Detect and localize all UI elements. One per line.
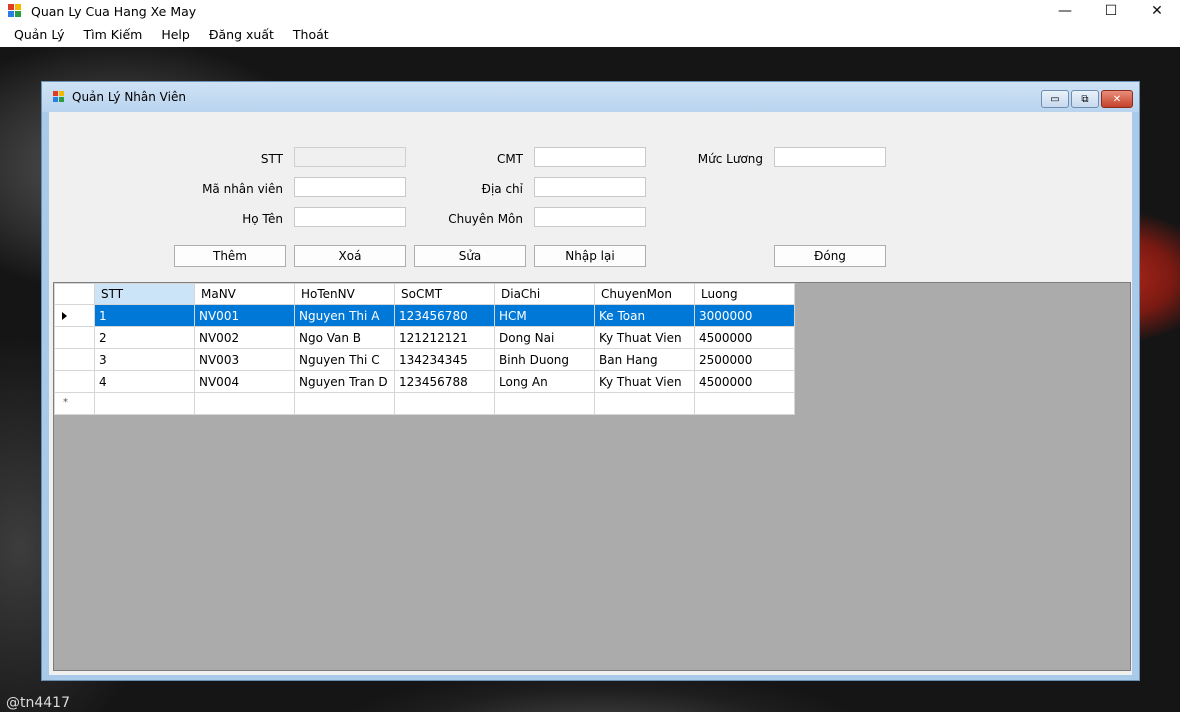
table-cell[interactable]: NV003	[194, 348, 295, 371]
sua-button[interactable]: Sửa	[414, 245, 526, 267]
xoa-button[interactable]: Xoá	[294, 245, 406, 267]
table-cell[interactable]: 2	[94, 326, 195, 349]
chuyen-mon-label: Chuyên Môn	[448, 212, 523, 226]
menu-quan-ly[interactable]: Quản Lý	[7, 27, 72, 42]
window-title: Quan Ly Cua Hang Xe May	[31, 3, 197, 19]
form-icon	[53, 91, 65, 103]
child-close-button[interactable]: ✕	[1101, 90, 1133, 108]
column-header-socmt[interactable]: SoCMT	[394, 283, 495, 305]
muc-luong-label: Mức Lương	[697, 152, 763, 166]
table-cell[interactable]: HCM	[494, 304, 595, 327]
column-header-stt[interactable]: STT	[94, 283, 195, 305]
table-cell[interactable]: NV004	[194, 370, 295, 393]
current-row-arrow-icon	[62, 312, 67, 320]
close-button[interactable]: ✕	[1134, 0, 1180, 22]
menu-thoat[interactable]: Thoát	[286, 27, 336, 42]
ho-ten-label: Họ Tên	[242, 212, 283, 226]
table-cell[interactable]: 4500000	[694, 326, 795, 349]
table-cell[interactable]: 121212121	[394, 326, 495, 349]
table-cell[interactable]	[394, 392, 495, 415]
them-button[interactable]: Thêm	[174, 245, 286, 267]
employee-management-window: Quản Lý Nhân Viên ▭ ⧉ ✕ STT Mã nhân viên…	[41, 81, 1140, 681]
child-restore-button[interactable]: ⧉	[1071, 90, 1099, 108]
table-cell[interactable]: 123456788	[394, 370, 495, 393]
table-cell[interactable]	[194, 392, 295, 415]
table-cell[interactable]: Binh Duong	[494, 348, 595, 371]
row-header[interactable]	[54, 304, 95, 327]
cmt-label: CMT	[496, 152, 523, 166]
table-cell[interactable]	[94, 392, 195, 415]
new-row[interactable]: *	[54, 392, 795, 415]
grid-header-row: STT MaNV HoTenNV SoCMT DiaChi ChuyenMon …	[54, 283, 795, 305]
ma-nhan-vien-field[interactable]	[294, 177, 406, 197]
row-header[interactable]	[54, 326, 95, 349]
child-window-title: Quản Lý Nhân Viên	[72, 90, 186, 104]
new-row-header[interactable]: *	[54, 392, 95, 415]
table-cell[interactable]: Ky Thuat Vien	[594, 370, 695, 393]
column-header-diachi[interactable]: DiaChi	[494, 283, 595, 305]
row-header[interactable]	[54, 370, 95, 393]
menu-dang-xuat[interactable]: Đăng xuất	[202, 27, 281, 42]
table-cell[interactable]: 4500000	[694, 370, 795, 393]
menu-help[interactable]: Help	[154, 27, 197, 42]
table-cell[interactable]: Long An	[494, 370, 595, 393]
table-cell[interactable]: Ke Toan	[594, 304, 695, 327]
row-header[interactable]	[54, 348, 95, 371]
ho-ten-field[interactable]	[294, 207, 406, 227]
table-cell[interactable]: 3000000	[694, 304, 795, 327]
cmt-field[interactable]	[534, 147, 646, 167]
form-body: STT Mã nhân viên Họ Tên CMT Địa chỉ Chuy…	[49, 112, 1132, 675]
dong-button[interactable]: Đóng	[774, 245, 886, 267]
menu-bar: Quản Lý Tìm Kiếm Help Đăng xuất Thoát	[0, 22, 1180, 47]
column-header-luong[interactable]: Luong	[694, 283, 795, 305]
table-row[interactable]: 3 NV003 Nguyen Thi C 134234345 Binh Duon…	[54, 348, 795, 371]
new-row-star-icon: *	[63, 397, 68, 408]
table-cell[interactable]: 123456780	[394, 304, 495, 327]
table-cell[interactable]: NV001	[194, 304, 295, 327]
table-cell[interactable]	[494, 392, 595, 415]
table-cell[interactable]: NV002	[194, 326, 295, 349]
maximize-button[interactable]: ☐	[1088, 0, 1134, 22]
table-cell[interactable]: Nguyen Tran D	[294, 370, 395, 393]
row-header-corner[interactable]	[54, 283, 95, 305]
table-cell[interactable]: Nguyen Thi C	[294, 348, 395, 371]
ma-nhan-vien-label: Mã nhân viên	[202, 182, 283, 196]
table-cell[interactable]: 3	[94, 348, 195, 371]
table-cell[interactable]: Ngo Van B	[294, 326, 395, 349]
window-title-bar: Quan Ly Cua Hang Xe May — ☐ ✕	[0, 0, 1180, 22]
table-cell[interactable]	[294, 392, 395, 415]
chuyen-mon-field[interactable]	[534, 207, 646, 227]
column-header-hotennv[interactable]: HoTenNV	[294, 283, 395, 305]
dia-chi-field[interactable]	[534, 177, 646, 197]
child-title-bar: Quản Lý Nhân Viên ▭ ⧉ ✕	[42, 82, 1139, 112]
table-cell[interactable]: Ky Thuat Vien	[594, 326, 695, 349]
table-row[interactable]: 1 NV001 Nguyen Thi A 123456780 HCM Ke To…	[54, 304, 795, 327]
table-cell[interactable]: Nguyen Thi A	[294, 304, 395, 327]
table-cell[interactable]	[694, 392, 795, 415]
column-header-chuyenmon[interactable]: ChuyenMon	[594, 283, 695, 305]
menu-tim-kiem[interactable]: Tìm Kiếm	[77, 27, 150, 42]
nhap-lai-button[interactable]: Nhập lại	[534, 245, 646, 267]
table-row[interactable]: 4 NV004 Nguyen Tran D 123456788 Long An …	[54, 370, 795, 393]
table-cell[interactable]: Dong Nai	[494, 326, 595, 349]
stt-label: STT	[260, 152, 283, 166]
table-cell[interactable]	[594, 392, 695, 415]
minimize-button[interactable]: —	[1042, 0, 1088, 22]
dia-chi-label: Địa chỉ	[481, 182, 523, 196]
table-cell[interactable]: 2500000	[694, 348, 795, 371]
child-minimize-button[interactable]: ▭	[1041, 90, 1069, 108]
table-cell[interactable]: 4	[94, 370, 195, 393]
table-cell[interactable]: 134234345	[394, 348, 495, 371]
table-row[interactable]: 2 NV002 Ngo Van B 121212121 Dong Nai Ky …	[54, 326, 795, 349]
stt-field[interactable]	[294, 147, 406, 167]
author-watermark: @tn4417	[6, 695, 70, 711]
table-cell[interactable]: Ban Hang	[594, 348, 695, 371]
employee-grid[interactable]: STT MaNV HoTenNV SoCMT DiaChi ChuyenMon …	[53, 282, 1131, 671]
column-header-manv[interactable]: MaNV	[194, 283, 295, 305]
muc-luong-field[interactable]	[774, 147, 886, 167]
app-icon	[8, 4, 22, 18]
table-cell[interactable]: 1	[94, 304, 195, 327]
